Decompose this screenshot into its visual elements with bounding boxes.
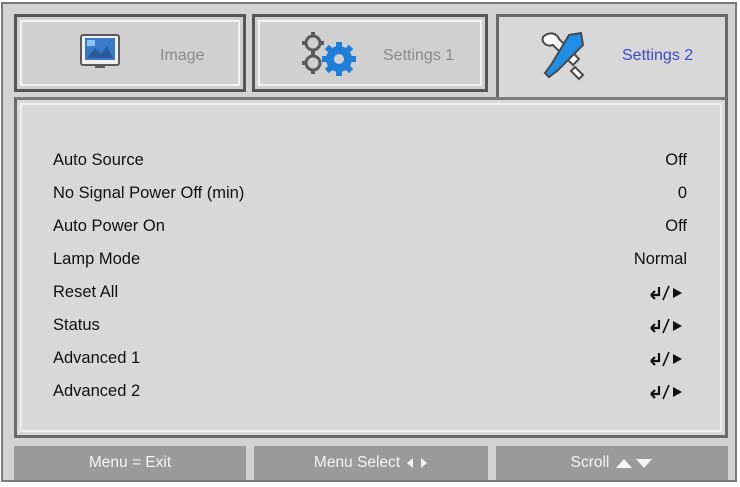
setting-label: Reset All bbox=[53, 283, 119, 301]
image-icon bbox=[80, 34, 120, 68]
setting-label: Auto Power On bbox=[53, 217, 165, 235]
footer-scroll: Scroll bbox=[496, 446, 728, 480]
tab-image-label: Image bbox=[160, 47, 205, 64]
setting-auto-power-on[interactable]: Auto Power On Off bbox=[53, 210, 687, 243]
setting-value: Off bbox=[665, 151, 687, 169]
settings-list: Auto Source Off No Signal Power Off (min… bbox=[53, 144, 687, 408]
tab-settings-1-label: Settings 1 bbox=[383, 47, 455, 64]
up-down-arrows-icon bbox=[616, 459, 653, 468]
setting-label: Auto Source bbox=[53, 151, 144, 169]
setting-value: Normal bbox=[633, 250, 687, 268]
setting-status[interactable]: Status bbox=[53, 309, 687, 342]
setting-lamp-mode[interactable]: Lamp Mode Normal bbox=[53, 243, 687, 276]
setting-value: Off bbox=[665, 217, 687, 235]
setting-label: Advanced 1 bbox=[53, 349, 141, 367]
footer-menu-select-label: Menu Select bbox=[313, 454, 401, 471]
gears-icon bbox=[302, 32, 356, 76]
tools-icon bbox=[541, 31, 585, 81]
settings-panel: Auto Source Off No Signal Power Off (min… bbox=[14, 97, 728, 438]
setting-value: 0 bbox=[677, 184, 687, 202]
enter-arrow-icon bbox=[650, 318, 682, 333]
setting-auto-source[interactable]: Auto Source Off bbox=[53, 144, 687, 177]
footer-menu-exit-label: Menu = Exit bbox=[88, 454, 172, 471]
setting-no-signal-power-off[interactable]: No Signal Power Off (min) 0 bbox=[53, 177, 687, 210]
setting-label: Status bbox=[53, 316, 100, 334]
enter-arrow-icon bbox=[650, 384, 682, 399]
setting-label: Advanced 2 bbox=[53, 382, 141, 400]
setting-label: Lamp Mode bbox=[53, 250, 141, 268]
tab-image[interactable]: Image bbox=[14, 14, 246, 92]
enter-arrow-icon bbox=[650, 285, 682, 300]
left-right-arrows-icon bbox=[407, 458, 428, 468]
setting-advanced-2[interactable]: Advanced 2 bbox=[53, 375, 687, 408]
footer-menu-exit: Menu = Exit bbox=[14, 446, 246, 480]
setting-advanced-1[interactable]: Advanced 1 bbox=[53, 342, 687, 375]
setting-label: No Signal Power Off (min) bbox=[53, 184, 245, 202]
tab-settings-2-label: Settings 2 bbox=[622, 47, 694, 64]
tab-settings-1[interactable]: Settings 1 bbox=[252, 14, 488, 92]
footer-scroll-label: Scroll bbox=[570, 454, 610, 471]
tab-settings-2[interactable]: Settings 2 bbox=[496, 14, 728, 100]
setting-reset-all[interactable]: Reset All bbox=[53, 276, 687, 309]
enter-arrow-icon bbox=[650, 351, 682, 366]
footer-menu-select: Menu Select bbox=[254, 446, 488, 480]
